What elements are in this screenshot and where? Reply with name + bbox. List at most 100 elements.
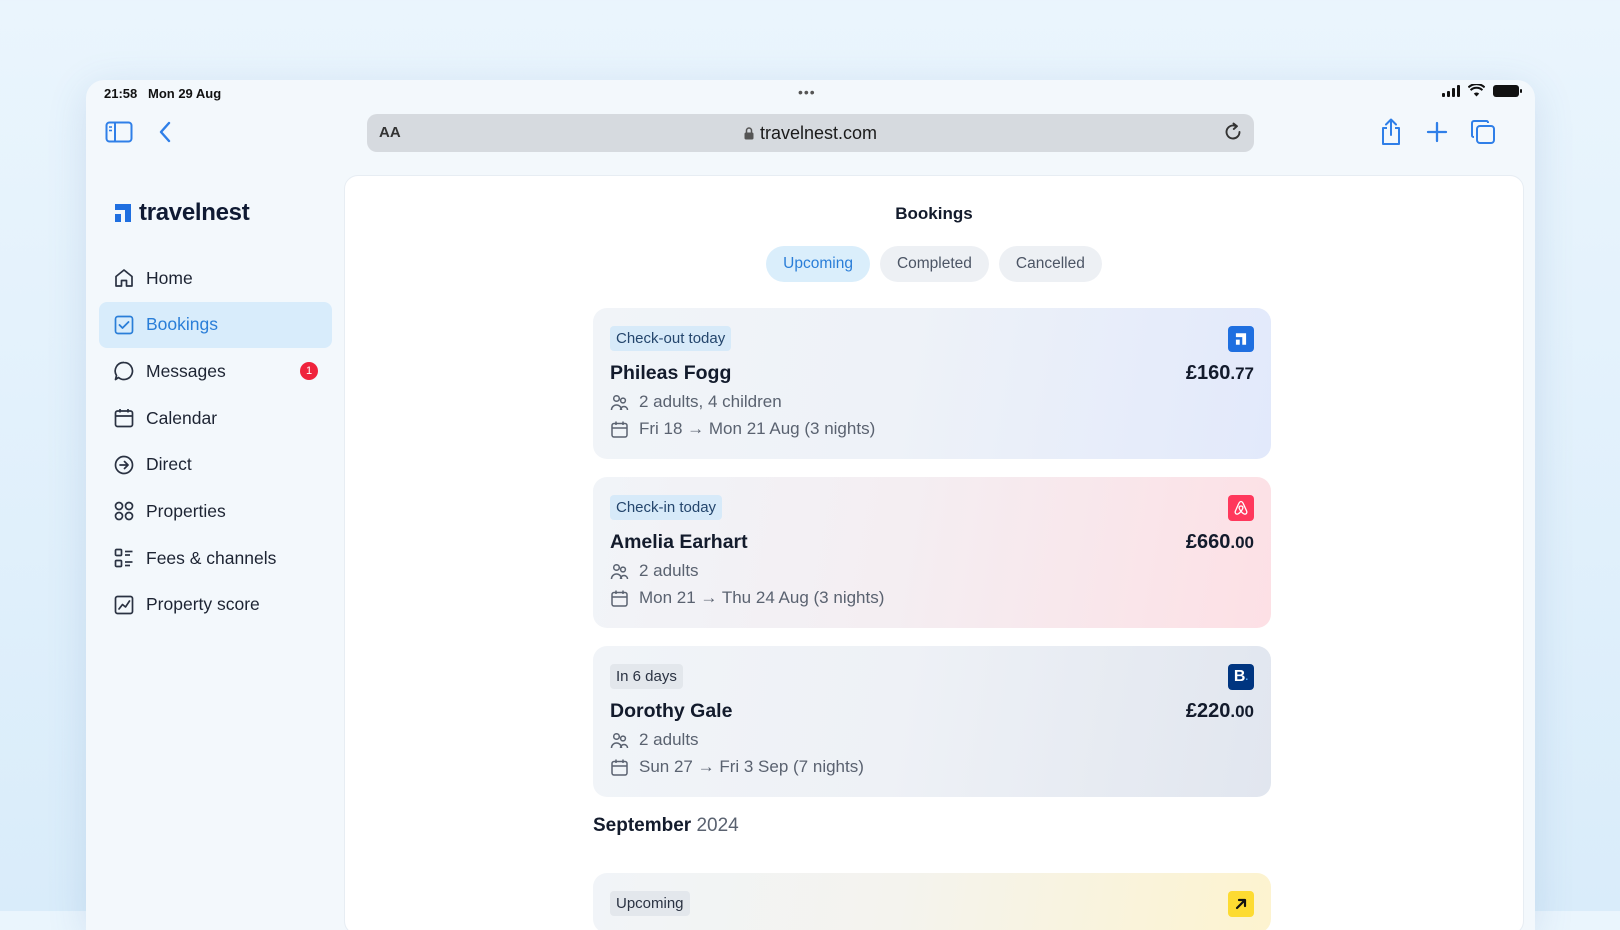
price-main: £660	[1185, 531, 1231, 553]
month-heading: September 2024	[593, 815, 1271, 845]
people-icon	[610, 731, 629, 750]
sidebar-item-label: Property score	[146, 594, 260, 615]
airbnb-channel-icon	[1228, 495, 1254, 521]
text-size-button[interactable]: AA	[379, 124, 401, 141]
tab-completed[interactable]: Completed	[879, 246, 989, 282]
booking-com-channel-icon: B.	[1228, 664, 1254, 690]
chat-bubble-icon	[113, 360, 135, 382]
sidebar-item-label: Properties	[146, 500, 226, 521]
brand-name: travelnest	[139, 199, 250, 226]
tabs-overview-icon[interactable]	[1468, 118, 1498, 146]
battery-icon	[1493, 84, 1522, 97]
lock-icon	[744, 126, 754, 139]
booking-card[interactable]: Check-in today Amelia Earhart £660.00 2 …	[593, 477, 1271, 628]
url-text: travelnest.com	[759, 122, 878, 143]
sidebar: travelnest Home Bookings Messages 1 Cale…	[86, 175, 344, 930]
booking-list: Check-out today Phileas Fogg £160.77 2 a…	[593, 308, 1271, 930]
booking-card[interactable]: Check-out today Phileas Fogg £160.77 2 a…	[593, 308, 1271, 459]
sidebar-item-label: Direct	[146, 454, 192, 475]
share-icon[interactable]	[1376, 118, 1406, 146]
multitasking-dots[interactable]: •••	[798, 84, 816, 100]
travelnest-channel-icon	[1228, 326, 1254, 352]
booking-status-tag: Upcoming	[610, 891, 690, 916]
back-icon[interactable]	[150, 118, 180, 146]
booking-status-tag: Check-out today	[610, 326, 732, 351]
ipad-frame: 21:58 Mon 29 Aug ••• AA travelnest.com t…	[86, 80, 1535, 930]
sidebar-item-home[interactable]: Home	[99, 255, 332, 301]
guest-count-text: 2 adults, 4 children	[639, 392, 782, 411]
grid-icon	[113, 500, 135, 522]
main-nav: Home Bookings Messages 1 Calendar Direct	[99, 255, 332, 629]
calendar-icon	[610, 420, 629, 439]
wifi-icon	[1468, 84, 1485, 97]
guest-name: Phileas Fogg	[610, 362, 732, 384]
stay-dates-text: Sun 27 → Fri 3 Sep (7 nights)	[639, 757, 864, 776]
price-main: £160	[1185, 362, 1231, 384]
booking-price: £660.00	[1186, 531, 1254, 554]
check-square-icon	[113, 314, 135, 336]
reload-icon[interactable]	[1222, 121, 1244, 143]
sidebar-item-bookings[interactable]: Bookings	[99, 301, 332, 348]
sidebar-item-direct[interactable]: Direct	[99, 442, 332, 488]
guest-count: 2 adults	[610, 561, 699, 581]
price-cents: .00	[1230, 533, 1254, 552]
sidebar-item-messages[interactable]: Messages 1	[99, 348, 332, 394]
tab-cancelled[interactable]: Cancelled	[998, 246, 1102, 282]
list-icon	[113, 547, 135, 569]
sidebar-item-fees-channels[interactable]: Fees & channels	[99, 535, 332, 581]
guest-count-text: 2 adults	[639, 730, 699, 749]
sidebar-item-calendar[interactable]: Calendar	[99, 395, 332, 441]
price-main: £220	[1185, 700, 1231, 722]
calendar-icon	[113, 407, 135, 429]
sidebar-item-property-score[interactable]: Property score	[99, 582, 332, 628]
booking-price: £220.00	[1186, 700, 1254, 723]
booking-card[interactable]: In 6 days B. Dorothy Gale £220.00 2 adul…	[593, 646, 1271, 797]
home-icon	[113, 267, 135, 289]
main-panel: Bookings Upcoming Completed Cancelled Ch…	[344, 175, 1524, 930]
chart-icon	[113, 594, 135, 616]
stay-dates: Fri 18 → Mon 21 Aug (3 nights)	[610, 419, 875, 439]
price-cents: .77	[1230, 364, 1254, 383]
sidebar-item-label: Bookings	[146, 314, 218, 335]
booking-status-tag: Check-in today	[610, 495, 723, 520]
guest-name: Dorothy Gale	[610, 700, 733, 722]
arrow-circle-icon	[113, 454, 135, 476]
sidebar-item-label: Home	[146, 267, 193, 288]
status-time: 21:58	[104, 86, 138, 101]
booking-status-tag: In 6 days	[610, 664, 683, 689]
stay-dates: Mon 21 → Thu 24 Aug (3 nights)	[610, 588, 884, 608]
cellular-signal-icon	[1442, 84, 1460, 97]
unread-badge: 1	[300, 362, 318, 381]
price-cents: .00	[1230, 702, 1254, 721]
sidebar-item-label: Messages	[146, 360, 226, 381]
sidebar-item-label: Calendar	[146, 407, 218, 428]
guest-count: 2 adults, 4 children	[610, 392, 782, 412]
status-date: Mon 29 Aug	[148, 86, 222, 101]
travelnest-logo-icon	[115, 204, 131, 222]
tab-upcoming[interactable]: Upcoming	[766, 246, 870, 282]
calendar-icon	[610, 589, 629, 608]
stay-dates-text: Fri 18 → Mon 21 Aug (3 nights)	[639, 419, 876, 438]
guest-count-text: 2 adults	[639, 561, 699, 580]
guest-name: Amelia Earhart	[610, 531, 748, 553]
new-tab-icon[interactable]	[1422, 118, 1452, 146]
expedia-channel-icon	[1228, 891, 1254, 917]
stay-dates-text: Mon 21 → Thu 24 Aug (3 nights)	[639, 588, 885, 607]
brand-logo[interactable]: travelnest	[113, 199, 250, 227]
people-icon	[610, 393, 629, 412]
booking-price: £160.77	[1186, 362, 1254, 385]
booking-tabs: Upcoming Completed Cancelled	[345, 246, 1523, 282]
people-icon	[610, 562, 629, 581]
sidebar-item-properties[interactable]: Properties	[99, 488, 332, 534]
sidebar-item-label: Fees & channels	[146, 547, 277, 568]
browser-toolbar: AA travelnest.com	[86, 110, 1535, 154]
guest-count: 2 adults	[610, 730, 699, 750]
booking-card[interactable]: Upcoming	[593, 873, 1271, 930]
address-bar[interactable]: AA travelnest.com	[367, 114, 1254, 152]
stay-dates: Sun 27 → Fri 3 Sep (7 nights)	[610, 757, 864, 777]
calendar-icon	[610, 758, 629, 777]
sidebar-toggle-icon[interactable]	[104, 118, 134, 146]
month-year: 2024	[696, 815, 739, 836]
status-bar: 21:58 Mon 29 Aug •••	[86, 80, 1535, 104]
page-title: Bookings	[895, 204, 973, 223]
